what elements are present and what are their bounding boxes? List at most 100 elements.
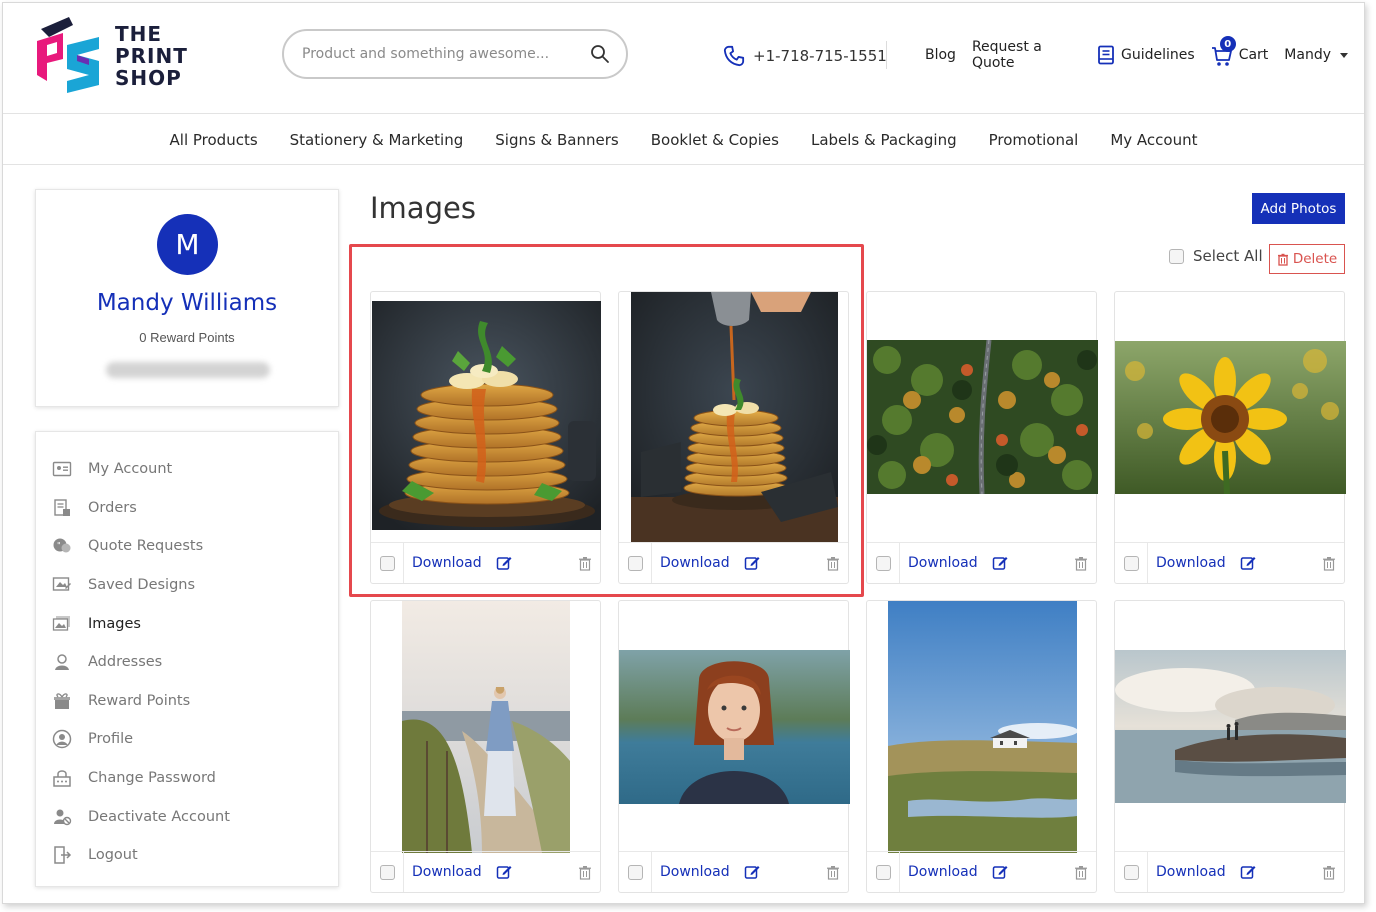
phone-link[interactable]: +1-718-715-1551 — [723, 43, 887, 69]
image-thumbnail[interactable] — [867, 340, 1098, 494]
nav-signs-banners[interactable]: Signs & Banners — [495, 131, 618, 149]
trash-icon[interactable] — [1074, 865, 1088, 880]
image-select-checkbox[interactable] — [1123, 864, 1139, 880]
sidebar-item-quote-requests[interactable]: " Quote Requests — [36, 527, 338, 566]
image-select-checkbox[interactable] — [627, 864, 643, 880]
sidebar-item-label: Addresses — [88, 654, 163, 671]
nav-all-products[interactable]: All Products — [170, 131, 258, 149]
image-thumbnail[interactable] — [1115, 341, 1346, 494]
image-tile: Download — [370, 600, 601, 893]
trash-icon[interactable] — [826, 556, 840, 571]
user-menu-toggle[interactable]: Mandy — [1284, 47, 1348, 63]
sunflower-image — [1115, 341, 1346, 494]
trash-icon[interactable] — [826, 865, 840, 880]
sidebar-item-change-password[interactable]: Change Password — [36, 759, 338, 798]
sidebar-item-orders[interactable]: Orders — [36, 489, 338, 528]
woman-coastal-path-image — [402, 601, 570, 853]
edit-icon[interactable] — [496, 555, 512, 571]
edit-icon[interactable] — [992, 864, 1008, 880]
image-select-cell — [1115, 543, 1148, 583]
download-link[interactable]: Download — [660, 555, 730, 571]
sidebar-item-label: Saved Designs — [88, 577, 196, 594]
sidebar-item-logout[interactable]: Logout — [36, 836, 338, 875]
trash-icon[interactable] — [578, 865, 592, 880]
image-tile: Download — [866, 600, 1097, 893]
cart-label: Cart — [1238, 47, 1269, 63]
logo-icon — [37, 17, 99, 93]
select-all-checkbox[interactable] — [1169, 248, 1184, 264]
edit-icon[interactable] — [744, 864, 760, 880]
sidebar-item-profile[interactable]: Profile — [36, 720, 338, 759]
edit-icon[interactable] — [1240, 555, 1256, 571]
nav-stationery-marketing[interactable]: Stationery & Marketing — [290, 131, 464, 149]
sidebar-item-reward-points[interactable]: Reward Points — [36, 682, 338, 721]
image-thumbnail[interactable] — [402, 601, 570, 853]
edit-icon[interactable] — [1240, 864, 1256, 880]
page-frame: THE PRINT SHOP +1-718-715-1551 Blog Requ… — [2, 2, 1365, 904]
image-tile: Download — [1114, 600, 1346, 893]
download-link[interactable]: Download — [412, 555, 482, 571]
edit-icon[interactable] — [992, 555, 1008, 571]
select-all-control[interactable]: Select All — [1169, 247, 1263, 265]
nav-my-account[interactable]: My Account — [1110, 131, 1197, 149]
download-link[interactable]: Download — [660, 864, 730, 880]
download-link[interactable]: Download — [908, 864, 978, 880]
edit-icon[interactable] — [496, 864, 512, 880]
image-select-checkbox[interactable] — [875, 864, 891, 880]
sidebar-item-my-account[interactable]: My Account — [36, 450, 338, 489]
sidebar-item-saved-designs[interactable]: Saved Designs — [36, 566, 338, 605]
image-thumbnail[interactable] — [631, 292, 838, 543]
add-photos-button[interactable]: Add Photos — [1252, 193, 1345, 224]
sidebar-item-label: Deactivate Account — [88, 808, 230, 825]
aerial-forest-image — [867, 340, 1098, 494]
image-actions-bar: Download — [371, 542, 600, 583]
blog-link[interactable]: Blog — [925, 47, 956, 63]
nav-booklet-copies[interactable]: Booklet & Copies — [651, 131, 779, 149]
profile-name: Mandy Williams — [96, 290, 278, 316]
trash-icon[interactable] — [1074, 556, 1088, 571]
nav-labels-packaging[interactable]: Labels & Packaging — [811, 131, 957, 149]
trash-icon[interactable] — [578, 556, 592, 571]
site-logo[interactable]: THE PRINT SHOP — [33, 15, 193, 97]
request-quote-link[interactable]: Request a Quote — [972, 39, 1081, 71]
trash-icon[interactable] — [1322, 865, 1336, 880]
avatar: M — [157, 214, 218, 275]
sidebar-item-label: Logout — [88, 847, 138, 864]
download-link[interactable]: Download — [908, 555, 978, 571]
image-thumbnail[interactable] — [1115, 650, 1346, 803]
image-select-cell — [371, 543, 404, 583]
sidebar-item-label: Profile — [88, 731, 134, 748]
edit-icon[interactable] — [744, 555, 760, 571]
image-select-checkbox[interactable] — [379, 555, 395, 571]
page-title: Images — [370, 191, 476, 225]
search-icon[interactable] — [590, 44, 610, 64]
sidebar-item-addresses[interactable]: Addresses — [36, 643, 338, 682]
quote-icon: " — [53, 538, 71, 553]
image-actions-bar: Download — [619, 542, 848, 583]
image-select-checkbox[interactable] — [627, 555, 643, 571]
download-link[interactable]: Download — [1156, 555, 1226, 571]
profile-icon — [52, 730, 72, 749]
guidelines-link[interactable]: Guidelines — [1097, 45, 1195, 65]
image-actions-bar: Download — [371, 851, 600, 892]
orders-icon — [54, 499, 70, 516]
sidebar-item-label: Reward Points — [88, 692, 191, 709]
image-thumbnail[interactable] — [619, 650, 850, 804]
download-link[interactable]: Download — [412, 864, 482, 880]
address-icon — [55, 654, 69, 671]
sidebar-item-images[interactable]: Images — [36, 604, 338, 643]
image-select-checkbox[interactable] — [875, 555, 891, 571]
image-select-checkbox[interactable] — [1123, 555, 1139, 571]
delete-button[interactable]: Delete — [1269, 244, 1345, 274]
sidebar-item-deactivate-account[interactable]: Deactivate Account — [36, 797, 338, 836]
download-link[interactable]: Download — [1156, 864, 1226, 880]
image-thumbnail[interactable] — [888, 601, 1077, 853]
image-select-checkbox[interactable] — [379, 864, 395, 880]
cart-link[interactable]: 0 Cart — [1211, 36, 1269, 67]
logo-line-1: THE — [115, 22, 163, 46]
reward-points-label: 0 Reward Points — [139, 330, 235, 345]
trash-icon[interactable] — [1322, 556, 1336, 571]
search-input[interactable] — [302, 43, 572, 65]
image-thumbnail[interactable] — [372, 301, 601, 530]
nav-promotional[interactable]: Promotional — [989, 131, 1079, 149]
